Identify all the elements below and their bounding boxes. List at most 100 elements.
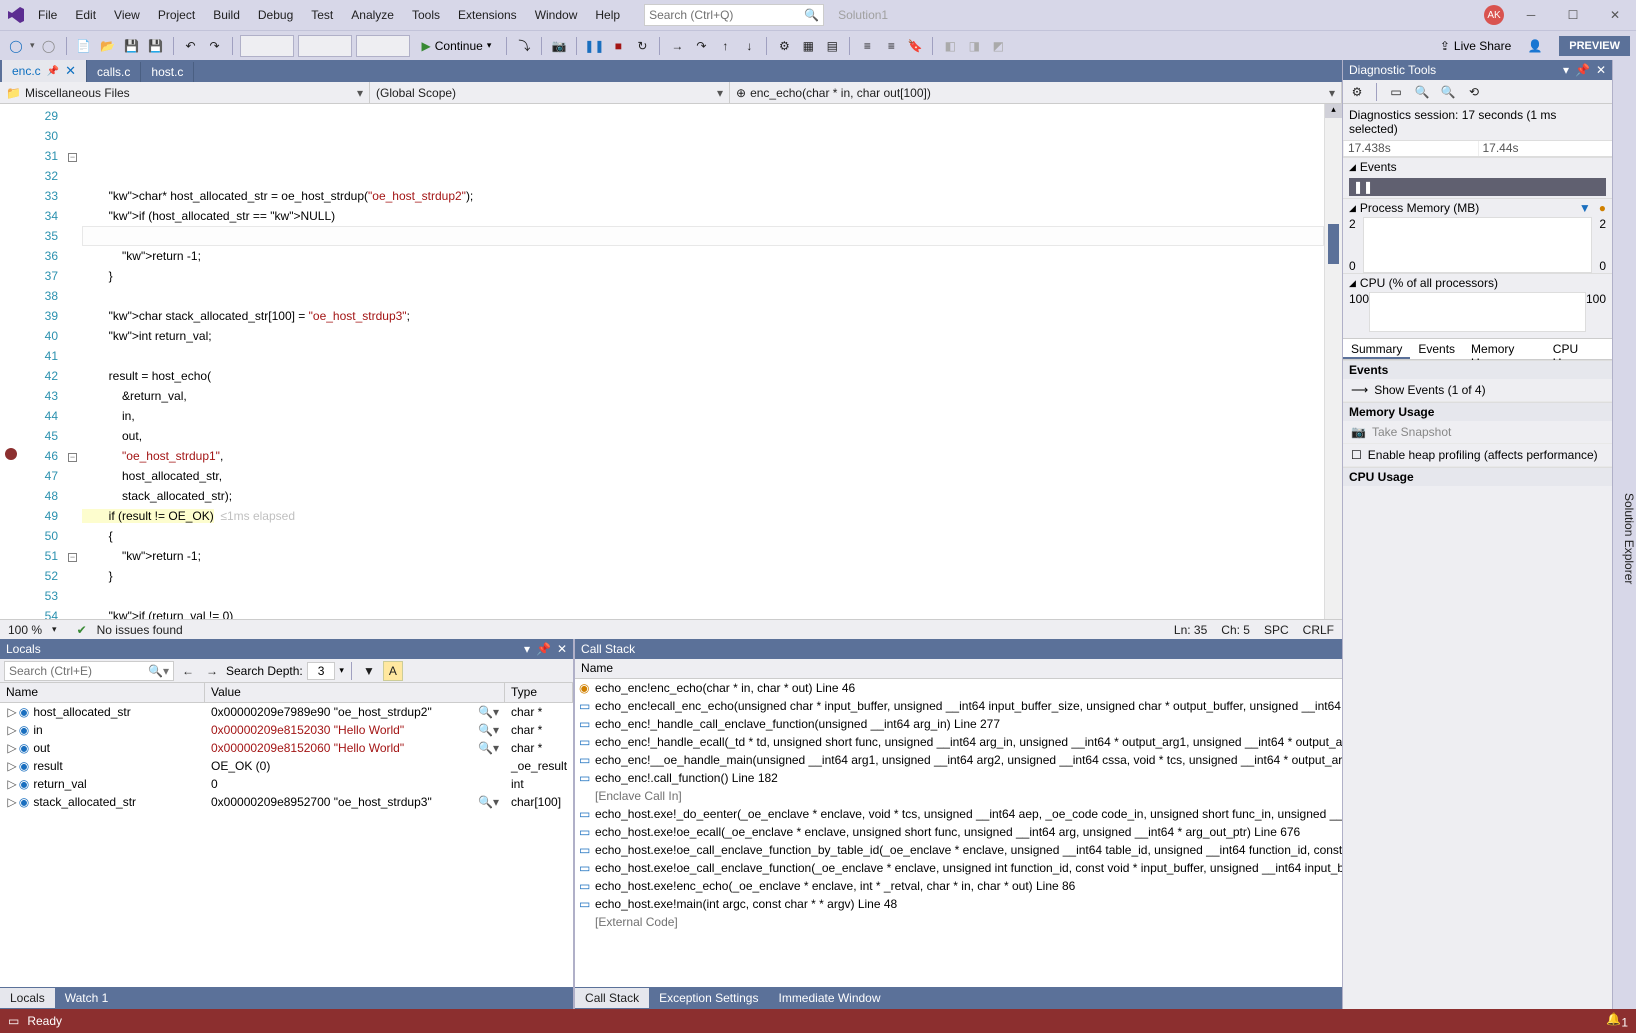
menu-window[interactable]: Window — [527, 4, 586, 26]
diag-tab-cpu[interactable]: CPU Usage — [1545, 339, 1612, 359]
search-input[interactable]: Search (Ctrl+Q) 🔍 — [644, 4, 824, 26]
menu-analyze[interactable]: Analyze — [343, 4, 402, 26]
menu-project[interactable]: Project — [150, 4, 203, 26]
close-icon[interactable]: ✕ — [557, 642, 567, 656]
indent-icon[interactable]: ≡ — [857, 36, 877, 56]
screenshot-icon[interactable]: 📷 — [549, 36, 569, 56]
open-icon[interactable]: 📂 — [98, 36, 118, 56]
menu-test[interactable]: Test — [303, 4, 341, 26]
menu-tools[interactable]: Tools — [404, 4, 448, 26]
live-share-button[interactable]: ⇪ Live Share — [1440, 39, 1511, 53]
locals-row[interactable]: ▷◉ resultOE_OK (0)_oe_result — [0, 757, 573, 775]
zoom-level[interactable]: 100 % — [8, 623, 42, 637]
mark-c-icon[interactable]: ◩ — [988, 36, 1008, 56]
nav-prev-icon[interactable]: ← — [178, 661, 198, 681]
step-icon[interactable]: ⤵ — [514, 36, 534, 56]
locals-row[interactable]: ▷◉ return_val0int — [0, 775, 573, 793]
tool-b-icon[interactable]: ▦ — [798, 36, 818, 56]
pin-icon[interactable]: 📌 — [1575, 63, 1590, 77]
menu-debug[interactable]: Debug — [250, 4, 301, 26]
tool-c-icon[interactable]: ▤ — [822, 36, 842, 56]
depth-value[interactable]: 3 — [307, 662, 336, 680]
step-out-icon[interactable]: ↑ — [715, 36, 735, 56]
minimize-button[interactable]: ─ — [1516, 5, 1546, 25]
preview-button[interactable]: PREVIEW — [1559, 36, 1630, 56]
mark-b-icon[interactable]: ◨ — [964, 36, 984, 56]
pin-icon[interactable]: 📌 — [536, 642, 551, 656]
nav-function[interactable]: ⊕ enc_echo(char * in, char out[100])▾ — [730, 82, 1342, 103]
callstack-row[interactable]: ▭echo_host.exe!main(int argc, const char… — [575, 895, 1342, 913]
pin-icon[interactable]: 📌 — [47, 66, 59, 77]
callstack-row[interactable]: [Enclave Call In] — [575, 787, 1342, 805]
menu-edit[interactable]: Edit — [67, 4, 104, 26]
tab-exception[interactable]: Exception Settings — [649, 988, 768, 1008]
filter-down-icon[interactable]: ▼ — [1579, 201, 1591, 215]
callstack-row[interactable]: ▭echo_host.exe!oe_ecall(_oe_enclave * en… — [575, 823, 1342, 841]
callstack-row[interactable]: ▭echo_enc!_handle_ecall(_td * td, unsign… — [575, 733, 1342, 751]
locals-row[interactable]: ▷◉ stack_allocated_str0x00000209e8952700… — [0, 793, 573, 811]
output-icon[interactable]: ▭ — [8, 1014, 19, 1028]
show-events-link[interactable]: ⟶Show Events (1 of 4) — [1343, 379, 1612, 402]
nav-back-icon[interactable]: ◯ — [6, 36, 26, 56]
stop-icon[interactable]: ■ — [608, 36, 628, 56]
tab-callstack[interactable]: Call Stack — [575, 988, 649, 1008]
user-avatar[interactable]: AK — [1484, 5, 1504, 25]
close-button[interactable]: ✕ — [1600, 5, 1630, 25]
dropdown-icon[interactable]: ▾ — [1563, 63, 1569, 77]
code-editor[interactable]: 2930313233343536373839404142434445464748… — [0, 104, 1342, 619]
step-into-icon[interactable]: → — [667, 36, 687, 56]
callstack-row[interactable]: ▭echo_host.exe!enc_echo(_oe_enclave * en… — [575, 877, 1342, 895]
run-to-icon[interactable]: ↓ — [739, 36, 759, 56]
callstack-row[interactable]: ▭echo_enc!.call_function() Line 182 — [575, 769, 1342, 787]
nav-fwd-icon[interactable]: ◯ — [39, 36, 59, 56]
close-tab-icon[interactable]: ✕ — [65, 63, 76, 79]
mark-a-icon[interactable]: ◧ — [940, 36, 960, 56]
pause-icon[interactable]: ❚❚ — [584, 36, 604, 56]
menu-file[interactable]: File — [30, 4, 65, 26]
zoom-in-icon[interactable]: 🔍 — [1412, 82, 1432, 102]
restart-icon[interactable]: ↻ — [632, 36, 652, 56]
menu-view[interactable]: View — [106, 4, 148, 26]
outdent-icon[interactable]: ≡ — [881, 36, 901, 56]
reset-zoom-icon[interactable]: ⟲ — [1464, 82, 1484, 102]
record-icon[interactable]: ● — [1599, 201, 1606, 215]
callstack-row[interactable]: ▭echo_enc!_handle_call_enclave_function(… — [575, 715, 1342, 733]
new-item-icon[interactable]: 📄 — [74, 36, 94, 56]
tab-calls[interactable]: calls.c — [87, 62, 141, 82]
locals-row[interactable]: ▷◉ host_allocated_str0x00000209e7989e90 … — [0, 703, 573, 721]
locals-search-input[interactable]: Search (Ctrl+E) 🔍▾ — [4, 661, 174, 681]
callstack-row[interactable]: ▭echo_enc!__oe_handle_main(unsigned __in… — [575, 751, 1342, 769]
continue-button[interactable]: ▶ Continue ▾ — [414, 37, 500, 55]
callstack-row[interactable]: ◉echo_enc!enc_echo(char * in, char * out… — [575, 679, 1342, 697]
tab-watch1[interactable]: Watch 1 — [55, 988, 119, 1008]
nav-next-icon[interactable]: → — [202, 661, 222, 681]
callstack-row[interactable]: [External Code] — [575, 913, 1342, 931]
select-tool-icon[interactable]: ▭ — [1386, 82, 1406, 102]
diag-tab-memory[interactable]: Memory Usage — [1463, 339, 1545, 359]
undo-icon[interactable]: ↶ — [181, 36, 201, 56]
maximize-button[interactable]: ☐ — [1558, 5, 1588, 25]
nav-project[interactable]: 📁 Miscellaneous Files▾ — [0, 82, 370, 103]
callstack-row[interactable]: ▭echo_host.exe!oe_call_enclave_function_… — [575, 841, 1342, 859]
target-dropdown[interactable] — [356, 35, 410, 57]
redo-icon[interactable]: ↷ — [205, 36, 225, 56]
bookmark-icon[interactable]: 🔖 — [905, 36, 925, 56]
close-icon[interactable]: ✕ — [1596, 63, 1606, 77]
dropdown-icon[interactable]: ▾ — [524, 642, 530, 656]
tool-a-icon[interactable]: ⚙ — [774, 36, 794, 56]
solution-explorer-tab[interactable]: Solution Explorer — [1612, 60, 1636, 1009]
menu-build[interactable]: Build — [205, 4, 248, 26]
config-dropdown[interactable] — [240, 35, 294, 57]
tab-locals[interactable]: Locals — [0, 988, 55, 1008]
tab-immediate[interactable]: Immediate Window — [768, 988, 890, 1008]
zoom-out-icon[interactable]: 🔍 — [1438, 82, 1458, 102]
tab-host[interactable]: host.c — [141, 62, 194, 82]
menu-help[interactable]: Help — [587, 4, 628, 26]
save-all-icon[interactable]: 💾 — [146, 36, 166, 56]
diag-tab-summary[interactable]: Summary — [1343, 339, 1410, 359]
locals-row[interactable]: ▷◉ out0x00000209e8152060 "Hello World"🔍▾… — [0, 739, 573, 757]
step-over-icon[interactable]: ↷ — [691, 36, 711, 56]
gear-icon[interactable]: ⚙ — [1347, 82, 1367, 102]
highlight-icon[interactable]: A — [383, 661, 403, 681]
callstack-row[interactable]: ▭echo_host.exe!_do_eenter(_oe_enclave * … — [575, 805, 1342, 823]
